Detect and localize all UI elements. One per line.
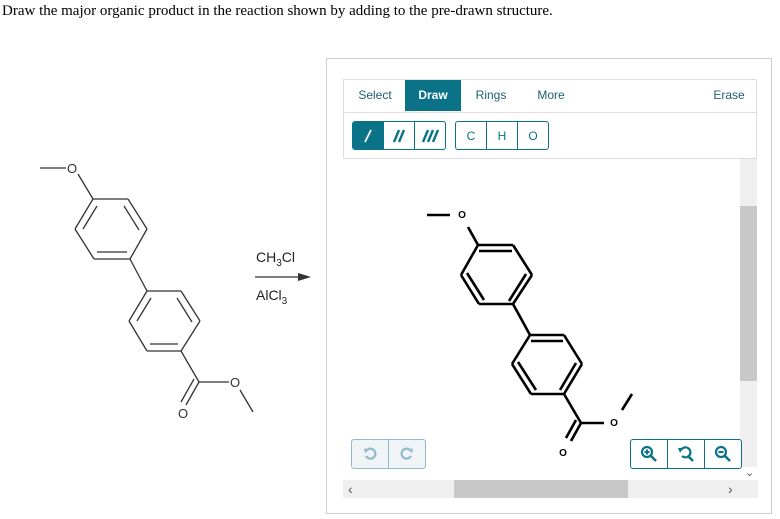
tab-select[interactable]: Select	[346, 80, 404, 111]
atom-label[interactable]: O	[559, 448, 567, 459]
undo-button[interactable]	[352, 440, 389, 468]
vertical-scroll-thumb[interactable]	[740, 206, 757, 381]
redo-button[interactable]	[389, 440, 425, 468]
triple-bond-button[interactable]	[415, 122, 445, 149]
bond[interactable]	[466, 226, 480, 246]
double-bond-icon	[392, 129, 406, 142]
reset-zoom-icon	[678, 446, 694, 462]
bond[interactable]	[510, 334, 532, 365]
zoom-out-button[interactable]	[705, 440, 741, 468]
undo-icon	[364, 447, 377, 460]
zoom-controls	[630, 439, 742, 469]
scroll-right-icon[interactable]: ›	[728, 481, 733, 497]
vertical-scrollbar[interactable]	[740, 159, 757, 467]
scroll-down-icon[interactable]: ⌄	[745, 466, 754, 479]
horizontal-scroll-thumb[interactable]	[454, 480, 628, 498]
single-bond-icon	[364, 129, 372, 142]
atom-button-c[interactable]: C	[456, 122, 487, 149]
tab-rings[interactable]: Rings	[464, 80, 518, 111]
atom-button-o[interactable]: O	[518, 122, 548, 149]
tab-draw[interactable]: Draw	[405, 80, 461, 111]
redo-icon	[400, 447, 413, 460]
zoom-out-icon	[714, 445, 731, 462]
atom-label[interactable]: O	[610, 418, 618, 429]
bond[interactable]	[511, 303, 532, 336]
zoom-in-button[interactable]	[631, 440, 668, 468]
triple-bond-icon	[421, 129, 439, 142]
scroll-left-icon[interactable]: ‹	[348, 481, 353, 497]
bond[interactable]	[562, 393, 583, 424]
bond[interactable]	[562, 334, 584, 365]
reset-zoom-button[interactable]	[668, 440, 705, 468]
atom-label[interactable]: O	[458, 210, 466, 221]
erase-button[interactable]: Erase	[702, 80, 756, 111]
double-bond-button[interactable]	[384, 122, 415, 149]
bond[interactable]	[459, 244, 480, 276]
tab-bar: Select Draw Rings More Erase	[344, 80, 756, 113]
bond-buttons	[352, 121, 446, 150]
zoom-in-icon	[640, 445, 657, 462]
atom-button-h[interactable]: H	[487, 122, 518, 149]
bond[interactable]	[511, 244, 534, 276]
horizontal-scrollbar[interactable]: ‹ ›	[343, 480, 758, 498]
tab-more[interactable]: More	[524, 80, 578, 111]
editor-toolbar: Select Draw Rings More Erase C H O	[343, 79, 757, 159]
atom-buttons: C H O	[455, 121, 549, 150]
single-bond-button[interactable]	[353, 122, 384, 149]
bond[interactable]	[620, 393, 634, 411]
undo-redo-group	[351, 439, 426, 469]
